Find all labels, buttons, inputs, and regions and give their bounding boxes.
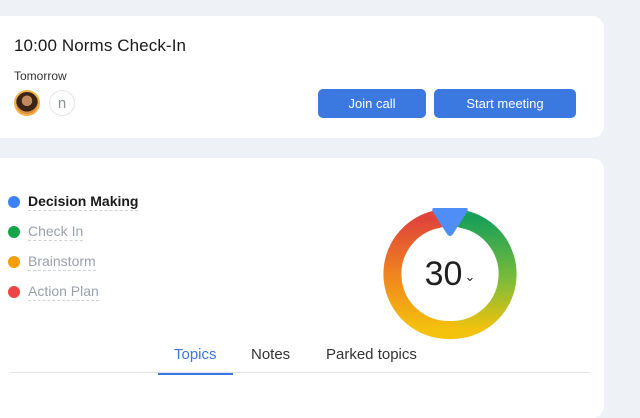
participant-avatar-initial[interactable]: n [49, 90, 75, 116]
chevron-down-icon[interactable]: ⌄ [464, 269, 475, 285]
agenda-item-brainstorm[interactable]: Brainstorm [8, 247, 138, 277]
agenda-card: Decision Making Check In Brainstorm Acti… [0, 158, 604, 418]
agenda-dot-icon [8, 286, 20, 298]
agenda-item-label: Decision Making [28, 193, 139, 211]
agenda-dot-icon [8, 226, 20, 238]
timer-minutes: 30 [424, 254, 463, 293]
timer-dial[interactable]: 30 ⌄ [382, 206, 518, 342]
tab-parked-topics[interactable]: Parked topics [326, 346, 417, 373]
meeting-date: Tomorrow [14, 69, 67, 83]
tab-notes[interactable]: Notes [251, 346, 290, 373]
agenda-list: Decision Making Check In Brainstorm Acti… [8, 187, 139, 307]
tab-topics[interactable]: Topics [158, 346, 233, 375]
agenda-dot-icon [8, 196, 20, 208]
agenda-item-label: Check In [28, 223, 84, 241]
agenda-item-check-in[interactable]: Check In [8, 217, 138, 247]
agenda-item-decision-making[interactable]: Decision Making [8, 187, 139, 217]
agenda-item-label: Action Plan [28, 283, 99, 301]
tab-bar: Topics Notes Parked topics [10, 336, 590, 375]
agenda-dot-icon [8, 256, 20, 268]
join-call-button[interactable]: Join call [318, 89, 426, 118]
meeting-title: 10:00 Norms Check-In [14, 36, 187, 55]
start-meeting-button[interactable]: Start meeting [434, 89, 576, 118]
agenda-item-action-plan[interactable]: Action Plan [8, 277, 138, 307]
agenda-item-label: Brainstorm [28, 253, 96, 271]
meeting-card: 10:00 Norms Check-In Tomorrow n Join cal… [0, 16, 604, 138]
avatar[interactable] [14, 90, 40, 116]
